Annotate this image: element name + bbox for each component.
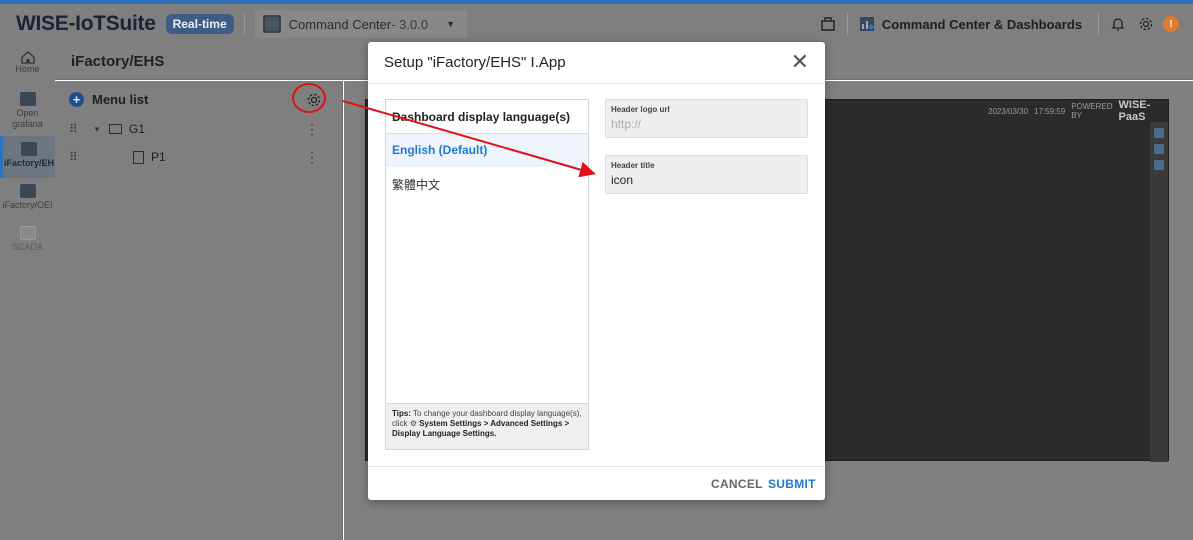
page-title: iFactory/EHS — [71, 53, 165, 70]
alert-indicator[interactable]: ! — [1163, 16, 1179, 32]
grafana-icon — [19, 92, 36, 106]
language-list-header: Dashboard display language(s) — [386, 100, 588, 134]
bell-icon[interactable] — [1109, 15, 1127, 33]
home-icon — [20, 51, 35, 64]
sidebar-item-grafana[interactable]: Open grafana — [0, 86, 55, 136]
app-version: - 3.0.0 — [391, 16, 429, 32]
tree-item-label: P1 — [151, 150, 166, 164]
submit-button[interactable]: SUBMIT — [768, 477, 816, 491]
tree-row-folder[interactable]: ⠿ ▼ G1 ⋮ — [69, 119, 319, 139]
command-center-icon — [262, 15, 281, 33]
dialog-title: Setup "iFactory/EHS" I.App — [384, 54, 566, 71]
top-bar: WISE-IoTSuite Real-time Command Center -… — [0, 4, 1193, 44]
header-title-input[interactable]: icon — [611, 173, 801, 187]
header-logo-url-input[interactable] — [611, 117, 801, 131]
expand-icon[interactable]: ▼ — [93, 125, 101, 134]
divider — [243, 13, 245, 35]
top-right-group: Command Center & Dashboards ! — [819, 4, 1193, 44]
field-label: Header title — [611, 161, 655, 170]
sidebar-item-label: SCADA — [11, 242, 43, 252]
field-label: Header logo url — [611, 105, 670, 114]
folder-icon — [108, 124, 122, 134]
tree-row-page[interactable]: ⠿ P1 ⋮ — [69, 147, 319, 167]
menu-list-header[interactable]: + Menu list — [69, 92, 148, 107]
divider — [368, 83, 825, 84]
powered-by-label: POWERED BY — [1071, 102, 1113, 120]
dashboards-link[interactable]: Command Center & Dashboards — [882, 17, 1082, 32]
tree-item-label: G1 — [128, 122, 145, 136]
sidebar-item-home[interactable]: Home — [0, 44, 55, 86]
sidebar-item-label: iFactory/OEI — [2, 200, 53, 210]
app-selector[interactable]: Command Center - 3.0.0 ▼ — [254, 10, 468, 38]
app-icon — [19, 184, 36, 198]
app-icon — [21, 142, 37, 156]
preview-date: 2023/03/30 — [988, 106, 1029, 116]
language-item-traditional-chinese[interactable]: 繁體中文 — [386, 167, 588, 200]
language-list: Dashboard display language(s) English (D… — [385, 99, 589, 450]
package-icon[interactable] — [819, 15, 837, 33]
tips-label: Tips: — [392, 409, 411, 418]
preview-brand: WISE-PaaS — [1118, 99, 1151, 123]
sidebar-item-ifactory-ehs[interactable]: iFactory/EH — [0, 136, 55, 178]
drag-handle-icon[interactable]: ⠿ — [69, 150, 85, 164]
app-name: Command Center — [288, 16, 392, 32]
more-options-icon[interactable]: ⋮ — [305, 149, 319, 166]
divider — [846, 13, 848, 35]
preview-time: 17:59:59 — [1034, 106, 1066, 116]
language-tips: Tips: To change your dashboard display l… — [386, 403, 588, 449]
sidebar-item-scada[interactable]: SCADA — [0, 220, 55, 262]
preview-side-strip — [1150, 122, 1168, 462]
language-item-english[interactable]: English (Default) — [386, 134, 588, 167]
close-icon[interactable]: ✕ — [791, 51, 809, 73]
more-options-icon[interactable]: ⋮ — [305, 121, 319, 138]
sidebar-item-label: iFactory/EH — [3, 158, 54, 168]
menu-list-title: Menu list — [92, 92, 149, 107]
sidebar-item-ifactory-oei[interactable]: iFactory/OEI — [0, 178, 55, 220]
sidebar-item-label: Home — [15, 64, 40, 74]
scada-icon — [19, 226, 36, 240]
dashboard-icon — [858, 15, 876, 33]
gear-icon: ⚙ — [409, 419, 420, 428]
realtime-badge[interactable]: Real-time — [165, 14, 234, 34]
divider — [1098, 13, 1099, 35]
setup-dialog: Setup "iFactory/EHS" I.App ✕ Dashboard d… — [368, 42, 825, 500]
brand-logo: WISE-IoTSuite — [16, 12, 156, 35]
page-icon — [133, 150, 144, 164]
divider — [368, 466, 825, 467]
cancel-button[interactable]: CANCEL — [711, 477, 763, 491]
annotation-circle — [292, 83, 326, 113]
menu-panel: + Menu list ⠿ ▼ G1 ⋮ ⠿ P1 ⋮ — [55, 81, 343, 540]
preview-toolbar: 2023/03/30 17:59:59 POWERED BY WISE-PaaS — [988, 99, 1168, 123]
tips-path: System Settings > Advanced Settings > Di… — [392, 419, 570, 438]
settings-gear-icon[interactable] — [1137, 15, 1155, 33]
header-title-field[interactable]: Header title icon — [605, 155, 808, 194]
sidebar-item-label: Open grafana — [12, 108, 43, 129]
header-logo-url-field[interactable]: Header logo url — [605, 99, 808, 138]
add-icon[interactable]: + — [69, 92, 84, 107]
left-sidebar: Home Open grafana iFactory/EH iFactory/O… — [0, 44, 55, 540]
drag-handle-icon[interactable]: ⠿ — [69, 122, 85, 136]
caret-down-icon: ▼ — [446, 19, 456, 29]
